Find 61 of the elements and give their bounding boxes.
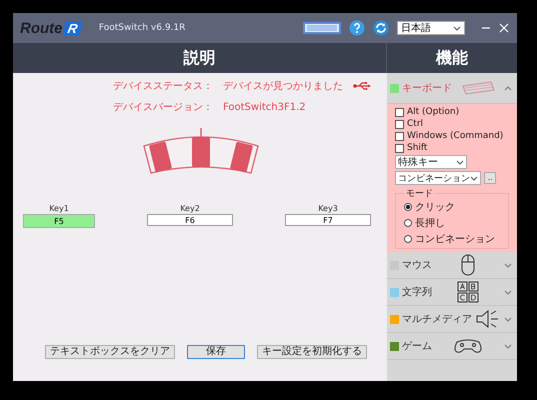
gamepad-icon (453, 338, 483, 354)
radio-button[interactable] (404, 235, 412, 243)
radio-label: 長押し (415, 217, 445, 230)
language-select[interactable]: 日本語 (397, 21, 465, 35)
combination-select[interactable]: コンビネーション (395, 171, 481, 185)
chevron-up-icon (504, 86, 512, 90)
checkbox[interactable] (395, 120, 404, 128)
logo-text: Route (20, 20, 62, 36)
more-button[interactable]: .. (484, 172, 496, 184)
radio-button[interactable] (404, 219, 412, 227)
category-label: キーボード (402, 82, 452, 95)
category-label: ゲーム (402, 340, 432, 353)
status-value: デバイスが見つかりました (223, 80, 343, 93)
status-value: FootSwitch3F1.2 (223, 102, 306, 112)
logo-mark: R (62, 20, 82, 36)
category-header[interactable]: マウス (387, 252, 517, 279)
chevron-down-icon (504, 262, 512, 268)
checkbox[interactable] (395, 144, 404, 152)
chevron-down-icon (456, 160, 464, 164)
keyboard-icon (461, 80, 495, 96)
key-field[interactable]: F6 (147, 214, 233, 226)
category-label: マルチメディア (402, 313, 472, 326)
help-icon[interactable] (349, 20, 365, 36)
chevron-down-icon (504, 344, 512, 348)
status-label: デバイスステータス： (113, 80, 213, 93)
action-button[interactable]: キー設定を初期化する (257, 345, 367, 359)
chevron-down-icon (504, 290, 512, 294)
category-label: 文字列 (402, 286, 432, 299)
checkbox-label: Windows (Command) (407, 131, 504, 141)
radio-button[interactable] (404, 203, 412, 211)
section-heading: 機能 (436, 48, 468, 68)
key-label: Key2 (180, 204, 200, 213)
close-icon[interactable] (499, 23, 509, 33)
app-version: FootSwitch v6.9.1R (98, 23, 186, 33)
group-label: モード (405, 188, 434, 200)
chevron-down-icon (470, 176, 478, 180)
action-button[interactable]: テキストボックスをクリア (45, 345, 175, 359)
letter-keys-icon (457, 281, 479, 303)
key-field[interactable]: F5 (23, 214, 95, 228)
key-label: Key1 (49, 204, 69, 213)
refresh-icon[interactable] (373, 20, 389, 36)
category-header[interactable]: 文字列 (387, 279, 517, 306)
checkbox-label: Alt (Option) (407, 107, 460, 117)
mouse-icon (461, 254, 475, 276)
radio-label: クリック (415, 201, 455, 214)
checkbox[interactable] (395, 132, 404, 140)
key-field[interactable]: F7 (285, 214, 371, 226)
checkbox-label: Ctrl (407, 119, 424, 129)
key-label: Key3 (318, 204, 338, 213)
checkbox-label: Shift (407, 143, 428, 153)
keyboard-icon[interactable] (303, 22, 341, 34)
radio-label: コンビネーション (415, 233, 495, 246)
speaker-icon (476, 309, 500, 329)
special-key-select[interactable]: 特殊キー (395, 155, 467, 169)
status-label: デバイスバージョン： (113, 101, 213, 114)
chevron-down-icon (453, 26, 461, 30)
action-button[interactable]: 保存 (187, 345, 245, 359)
category-label: マウス (402, 259, 432, 272)
checkbox[interactable] (395, 108, 404, 116)
section-heading: 説明 (184, 48, 216, 68)
chevron-down-icon (504, 316, 512, 322)
